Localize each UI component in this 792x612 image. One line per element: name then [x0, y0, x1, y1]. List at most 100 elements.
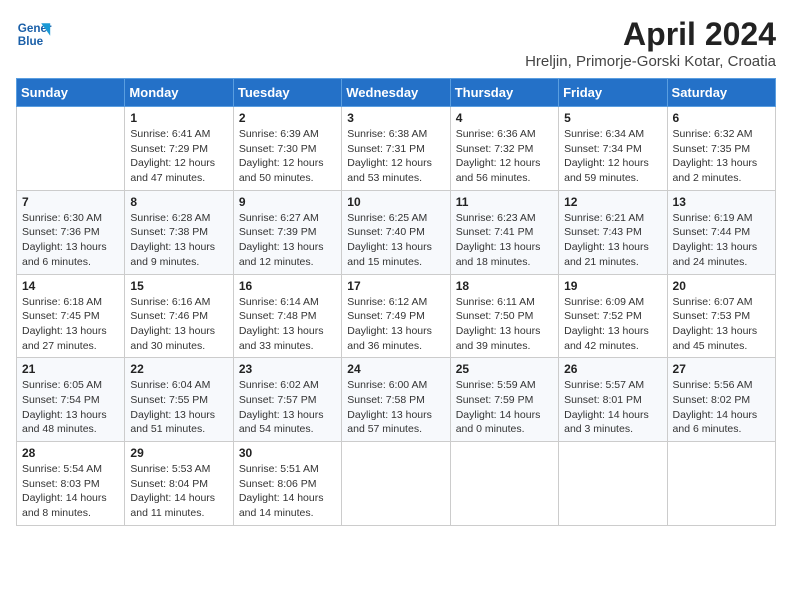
- day-cell: [667, 442, 775, 526]
- col-header-tuesday: Tuesday: [233, 79, 341, 107]
- day-cell: 15 Sunrise: 6:16 AM Sunset: 7:46 PM Dayli…: [125, 274, 233, 358]
- day-info: Sunrise: 6:25 AM Sunset: 7:40 PM Dayligh…: [347, 211, 444, 270]
- logo-icon: General Blue: [16, 16, 52, 52]
- day-number: 25: [456, 362, 553, 376]
- day-cell: 19 Sunrise: 6:09 AM Sunset: 7:52 PM Dayli…: [559, 274, 667, 358]
- day-cell: 25 Sunrise: 5:59 AM Sunset: 7:59 PM Dayli…: [450, 358, 558, 442]
- day-number: 22: [130, 362, 227, 376]
- day-info: Sunrise: 6:05 AM Sunset: 7:54 PM Dayligh…: [22, 378, 119, 437]
- week-row-1: 1Sunrise: 6:41 AM Sunset: 7:29 PM Daylig…: [17, 107, 776, 191]
- title-block: April 2024 Hreljin, Primorje-Gorski Kota…: [525, 16, 776, 70]
- day-cell: 16 Sunrise: 6:14 AM Sunset: 7:48 PM Dayli…: [233, 274, 341, 358]
- day-number: 16: [239, 279, 336, 293]
- day-cell: 8Sunrise: 6:28 AM Sunset: 7:38 PM Daylig…: [125, 190, 233, 274]
- col-header-friday: Friday: [559, 79, 667, 107]
- day-info: Sunrise: 5:57 AM Sunset: 8:01 PM Dayligh…: [564, 378, 661, 437]
- day-number: 6: [673, 111, 770, 125]
- day-info: Sunrise: 6:00 AM Sunset: 7:58 PM Dayligh…: [347, 378, 444, 437]
- day-cell: 17 Sunrise: 6:12 AM Sunset: 7:49 PM Dayli…: [342, 274, 450, 358]
- day-info: Sunrise: 5:53 AM Sunset: 8:04 PM Dayligh…: [130, 462, 227, 521]
- day-cell: 30 Sunrise: 5:51 AM Sunset: 8:06 PM Dayli…: [233, 442, 341, 526]
- day-cell: 7Sunrise: 6:30 AM Sunset: 7:36 PM Daylig…: [17, 190, 125, 274]
- day-cell: 28 Sunrise: 5:54 AM Sunset: 8:03 PM Dayli…: [17, 442, 125, 526]
- col-header-monday: Monday: [125, 79, 233, 107]
- day-info: Sunrise: 6:30 AM Sunset: 7:36 PM Dayligh…: [22, 211, 119, 270]
- day-number: 14: [22, 279, 119, 293]
- calendar-header-row: SundayMondayTuesdayWednesdayThursdayFrid…: [17, 79, 776, 107]
- day-info: Sunrise: 6:27 AM Sunset: 7:39 PM Dayligh…: [239, 211, 336, 270]
- svg-text:Blue: Blue: [18, 35, 44, 48]
- day-cell: 6 Sunrise: 6:32 AM Sunset: 7:35 PM Daylig…: [667, 107, 775, 191]
- day-cell: 11 Sunrise: 6:23 AM Sunset: 7:41 PM Dayli…: [450, 190, 558, 274]
- day-number: 3: [347, 111, 444, 125]
- col-header-sunday: Sunday: [17, 79, 125, 107]
- day-cell: 27 Sunrise: 5:56 AM Sunset: 8:02 PM Dayli…: [667, 358, 775, 442]
- day-cell: 29 Sunrise: 5:53 AM Sunset: 8:04 PM Dayli…: [125, 442, 233, 526]
- day-info: Sunrise: 6:34 AM Sunset: 7:34 PM Dayligh…: [564, 127, 661, 186]
- day-number: 28: [22, 446, 119, 460]
- day-info: Sunrise: 6:41 AM Sunset: 7:29 PM Dayligh…: [130, 127, 227, 186]
- day-number: 30: [239, 446, 336, 460]
- day-cell: [559, 442, 667, 526]
- page-header: General Blue April 2024 Hreljin, Primorj…: [16, 16, 776, 70]
- day-info: Sunrise: 6:09 AM Sunset: 7:52 PM Dayligh…: [564, 295, 661, 354]
- day-number: 5: [564, 111, 661, 125]
- day-info: Sunrise: 6:18 AM Sunset: 7:45 PM Dayligh…: [22, 295, 119, 354]
- day-cell: 9 Sunrise: 6:27 AM Sunset: 7:39 PM Daylig…: [233, 190, 341, 274]
- day-info: Sunrise: 6:23 AM Sunset: 7:41 PM Dayligh…: [456, 211, 553, 270]
- week-row-3: 14 Sunrise: 6:18 AM Sunset: 7:45 PM Dayli…: [17, 274, 776, 358]
- day-number: 23: [239, 362, 336, 376]
- day-info: Sunrise: 5:54 AM Sunset: 8:03 PM Dayligh…: [22, 462, 119, 521]
- col-header-saturday: Saturday: [667, 79, 775, 107]
- day-cell: 12Sunrise: 6:21 AM Sunset: 7:43 PM Dayli…: [559, 190, 667, 274]
- day-cell: 14 Sunrise: 6:18 AM Sunset: 7:45 PM Dayli…: [17, 274, 125, 358]
- day-number: 19: [564, 279, 661, 293]
- day-cell: 23 Sunrise: 6:02 AM Sunset: 7:57 PM Dayli…: [233, 358, 341, 442]
- day-cell: [17, 107, 125, 191]
- day-info: Sunrise: 5:56 AM Sunset: 8:02 PM Dayligh…: [673, 378, 770, 437]
- day-info: Sunrise: 6:39 AM Sunset: 7:30 PM Dayligh…: [239, 127, 336, 186]
- day-info: Sunrise: 6:38 AM Sunset: 7:31 PM Dayligh…: [347, 127, 444, 186]
- day-cell: 22Sunrise: 6:04 AM Sunset: 7:55 PM Dayli…: [125, 358, 233, 442]
- col-header-wednesday: Wednesday: [342, 79, 450, 107]
- day-number: 4: [456, 111, 553, 125]
- day-info: Sunrise: 6:32 AM Sunset: 7:35 PM Dayligh…: [673, 127, 770, 186]
- day-info: Sunrise: 6:36 AM Sunset: 7:32 PM Dayligh…: [456, 127, 553, 186]
- day-number: 27: [673, 362, 770, 376]
- day-info: Sunrise: 6:12 AM Sunset: 7:49 PM Dayligh…: [347, 295, 444, 354]
- day-cell: 1Sunrise: 6:41 AM Sunset: 7:29 PM Daylig…: [125, 107, 233, 191]
- day-cell: 2 Sunrise: 6:39 AM Sunset: 7:30 PM Daylig…: [233, 107, 341, 191]
- day-number: 12: [564, 195, 661, 209]
- day-cell: [450, 442, 558, 526]
- day-number: 21: [22, 362, 119, 376]
- day-info: Sunrise: 5:51 AM Sunset: 8:06 PM Dayligh…: [239, 462, 336, 521]
- day-info: Sunrise: 6:28 AM Sunset: 7:38 PM Dayligh…: [130, 211, 227, 270]
- day-number: 2: [239, 111, 336, 125]
- col-header-thursday: Thursday: [450, 79, 558, 107]
- day-cell: 4 Sunrise: 6:36 AM Sunset: 7:32 PM Daylig…: [450, 107, 558, 191]
- day-info: Sunrise: 6:19 AM Sunset: 7:44 PM Dayligh…: [673, 211, 770, 270]
- day-number: 13: [673, 195, 770, 209]
- day-number: 10: [347, 195, 444, 209]
- day-cell: 3 Sunrise: 6:38 AM Sunset: 7:31 PM Daylig…: [342, 107, 450, 191]
- day-info: Sunrise: 6:14 AM Sunset: 7:48 PM Dayligh…: [239, 295, 336, 354]
- day-info: Sunrise: 5:59 AM Sunset: 7:59 PM Dayligh…: [456, 378, 553, 437]
- day-cell: 18Sunrise: 6:11 AM Sunset: 7:50 PM Dayli…: [450, 274, 558, 358]
- day-number: 26: [564, 362, 661, 376]
- week-row-4: 21 Sunrise: 6:05 AM Sunset: 7:54 PM Dayli…: [17, 358, 776, 442]
- day-info: Sunrise: 6:16 AM Sunset: 7:46 PM Dayligh…: [130, 295, 227, 354]
- day-info: Sunrise: 6:11 AM Sunset: 7:50 PM Dayligh…: [456, 295, 553, 354]
- day-number: 17: [347, 279, 444, 293]
- day-cell: 26 Sunrise: 5:57 AM Sunset: 8:01 PM Dayli…: [559, 358, 667, 442]
- day-number: 20: [673, 279, 770, 293]
- calendar-title: April 2024: [525, 16, 776, 53]
- day-number: 11: [456, 195, 553, 209]
- day-number: 9: [239, 195, 336, 209]
- day-number: 15: [130, 279, 227, 293]
- week-row-5: 28 Sunrise: 5:54 AM Sunset: 8:03 PM Dayli…: [17, 442, 776, 526]
- day-number: 29: [130, 446, 227, 460]
- day-cell: 21 Sunrise: 6:05 AM Sunset: 7:54 PM Dayli…: [17, 358, 125, 442]
- day-cell: [342, 442, 450, 526]
- day-info: Sunrise: 6:02 AM Sunset: 7:57 PM Dayligh…: [239, 378, 336, 437]
- day-cell: 24Sunrise: 6:00 AM Sunset: 7:58 PM Dayli…: [342, 358, 450, 442]
